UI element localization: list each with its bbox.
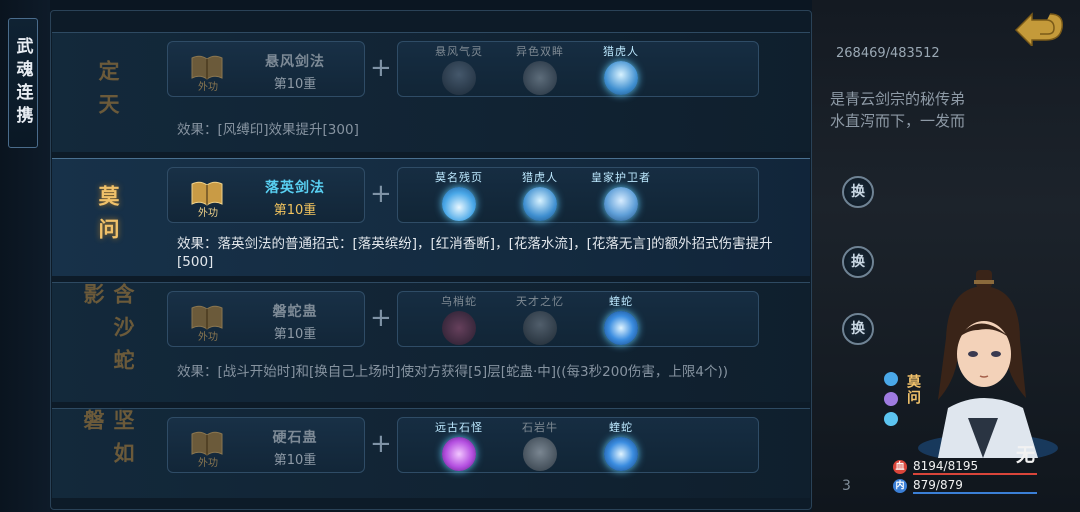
character-name: 莫问 bbox=[905, 374, 921, 406]
effect-text: 效果：落英剑法的普通招式：[落英缤纷]，[红消香断]，[花落水流]，[花落无言]… bbox=[177, 236, 773, 270]
combo-item[interactable]: 异色双眸 bbox=[495, 42, 585, 98]
spirit-icon bbox=[884, 392, 898, 406]
plus-icon: + bbox=[370, 303, 392, 333]
skill-card[interactable]: 外功 悬风剑法 第10重 bbox=[167, 41, 365, 97]
combo-item-label: 蝰蛇 bbox=[609, 421, 633, 434]
tiger-hunter-icon bbox=[523, 187, 557, 221]
row-title: 定天 bbox=[52, 33, 164, 152]
tab-label: 武魂连携 bbox=[12, 37, 33, 129]
combo-item[interactable]: 乌梢蛇 bbox=[414, 292, 504, 348]
combo-set: 莫名残页 猎虎人 皇家护卫者 bbox=[397, 167, 759, 223]
combo-item[interactable]: 皇家护卫者 bbox=[576, 168, 666, 224]
hp-stat: 血 8194/8195 bbox=[893, 459, 1043, 475]
character-portrait bbox=[918, 270, 1058, 458]
bull-icon bbox=[523, 437, 557, 471]
skill-name: 落英剑法 bbox=[265, 180, 325, 196]
skill-card[interactable]: 外功 硬石蛊 第10重 bbox=[167, 417, 365, 473]
skill-type-label: 外功 bbox=[198, 208, 218, 219]
combo-set: 乌梢蛇 天才之忆 蝰蛇 bbox=[397, 291, 759, 347]
hp-badge: 血 bbox=[893, 460, 907, 474]
combo-item[interactable]: 远古石怪 bbox=[414, 418, 504, 474]
link-row[interactable]: 含沙蛇影 外功 磐蛇蛊 第10重 + 乌梢蛇 天才之忆 蝰蛇 效果：[战斗开始时]和… bbox=[52, 282, 810, 402]
skill-name: 悬风剑法 bbox=[265, 54, 325, 70]
combo-item-label: 猎虎人 bbox=[603, 45, 639, 58]
link-row[interactable]: 定天 外功 悬风剑法 第10重 + 悬风气灵 异色双眸 猎虎人 效果：[风缚印]效果… bbox=[52, 32, 810, 152]
combo-item-label: 远古石怪 bbox=[435, 421, 483, 434]
flame-icon bbox=[442, 187, 476, 221]
combo-item[interactable]: 悬风气灵 bbox=[414, 42, 504, 98]
link-row[interactable]: 坚如磐 外功 硬石蛊 第10重 + 远古石怪 石岩牛 蝰蛇 bbox=[52, 408, 810, 498]
tiger-hunter-icon bbox=[604, 61, 638, 95]
swap-button[interactable]: 换 bbox=[842, 176, 874, 208]
combo-item[interactable]: 猎虎人 bbox=[495, 168, 585, 224]
combo-item-label: 异色双眸 bbox=[516, 45, 564, 58]
story-text: 是青云剑宗的秘传弟 水直泻而下，一发而 bbox=[830, 90, 966, 130]
combo-item-label: 猎虎人 bbox=[522, 171, 558, 184]
black-snake-icon bbox=[442, 311, 476, 345]
skill-card[interactable]: 外功 磐蛇蛊 第10重 bbox=[167, 291, 365, 347]
skill-name: 磐蛇蛊 bbox=[272, 304, 318, 320]
link-row[interactable]: 莫问 外功 落英剑法 第10重 + 莫名残页 猎虎人 皇家护卫者 效果：落英剑法的普… bbox=[52, 158, 810, 276]
combo-item-label: 蝰蛇 bbox=[609, 295, 633, 308]
helmet-icon bbox=[604, 187, 638, 221]
hp-bar-fill bbox=[913, 473, 1037, 475]
viper-icon bbox=[604, 437, 638, 471]
row-title-text: 坚如磐 bbox=[81, 409, 136, 475]
swap-button[interactable]: 换 bbox=[842, 313, 874, 345]
skill-level: 第10重 bbox=[273, 203, 317, 218]
row-title-text: 莫问 bbox=[96, 184, 121, 251]
plus-icon: + bbox=[370, 53, 392, 83]
row-title: 坚如磐 bbox=[52, 409, 164, 498]
row-title-text: 定天 bbox=[96, 59, 121, 126]
skill-type-label: 外功 bbox=[198, 458, 218, 469]
skill-level: 第10重 bbox=[273, 327, 317, 342]
skill-card[interactable]: 外功 落英剑法 第10重 bbox=[167, 167, 365, 223]
plus-icon: + bbox=[370, 429, 392, 459]
viper-icon bbox=[604, 311, 638, 345]
row-title: 莫问 bbox=[52, 159, 164, 276]
combo-item[interactable]: 石岩牛 bbox=[495, 418, 585, 474]
tab-wuhun-link[interactable]: 武魂连携 bbox=[8, 18, 38, 148]
combo-item[interactable]: 天才之忆 bbox=[495, 292, 585, 348]
combo-set: 悬风气灵 异色双眸 猎虎人 bbox=[397, 41, 759, 97]
combo-item[interactable]: 猎虎人 bbox=[576, 42, 666, 98]
swap-button[interactable]: 换 bbox=[842, 246, 874, 278]
effect-text: 效果：[风缚印]效果提升[300] bbox=[177, 122, 359, 138]
combo-item-label: 石岩牛 bbox=[522, 421, 558, 434]
flame-icon bbox=[884, 372, 898, 386]
combo-item[interactable]: 蝰蛇 bbox=[576, 292, 666, 348]
combo-item-label: 皇家护卫者 bbox=[591, 171, 651, 184]
progress-counter: 268469/483512 bbox=[836, 46, 940, 61]
back-arrow-icon[interactable] bbox=[1010, 10, 1064, 46]
crystal-icon bbox=[442, 437, 476, 471]
skill-level: 第10重 bbox=[273, 77, 317, 92]
meditator-icon bbox=[523, 311, 557, 345]
skill-name: 硬石蛊 bbox=[272, 430, 318, 446]
mp-badge: 内 bbox=[893, 479, 907, 493]
combo-set: 远古石怪 石岩牛 蝰蛇 bbox=[397, 417, 759, 473]
mp-bar-fill bbox=[913, 492, 1037, 494]
tiger-hunter-icon bbox=[884, 412, 898, 426]
eye-icon bbox=[523, 61, 557, 95]
skill-level: 第10重 bbox=[273, 453, 317, 468]
combo-item-label: 乌梢蛇 bbox=[441, 295, 477, 308]
combo-item-label: 天才之忆 bbox=[516, 295, 564, 308]
combo-item[interactable]: 莫名残页 bbox=[414, 168, 504, 224]
skill-type-label: 外功 bbox=[198, 332, 218, 343]
combo-item-label: 莫名残页 bbox=[435, 171, 483, 184]
page-number: 3 bbox=[842, 478, 851, 494]
wind-spirit-icon bbox=[442, 61, 476, 95]
row-title: 含沙蛇影 bbox=[52, 283, 164, 402]
combo-item-label: 悬风气灵 bbox=[435, 45, 483, 58]
row-title-text: 含沙蛇影 bbox=[81, 283, 136, 382]
mp-stat: 内 879/879 bbox=[893, 478, 1043, 494]
plus-icon: + bbox=[370, 179, 392, 209]
mp-value: 879/879 bbox=[913, 478, 963, 492]
hp-value: 8194/8195 bbox=[913, 459, 979, 473]
effect-text: 效果：[战斗开始时]和[换自己上场时]使对方获得[5]层[蛇蛊·中]((每3秒2… bbox=[177, 364, 729, 380]
skill-type-label: 外功 bbox=[198, 82, 218, 93]
combo-item[interactable]: 蝰蛇 bbox=[576, 418, 666, 474]
